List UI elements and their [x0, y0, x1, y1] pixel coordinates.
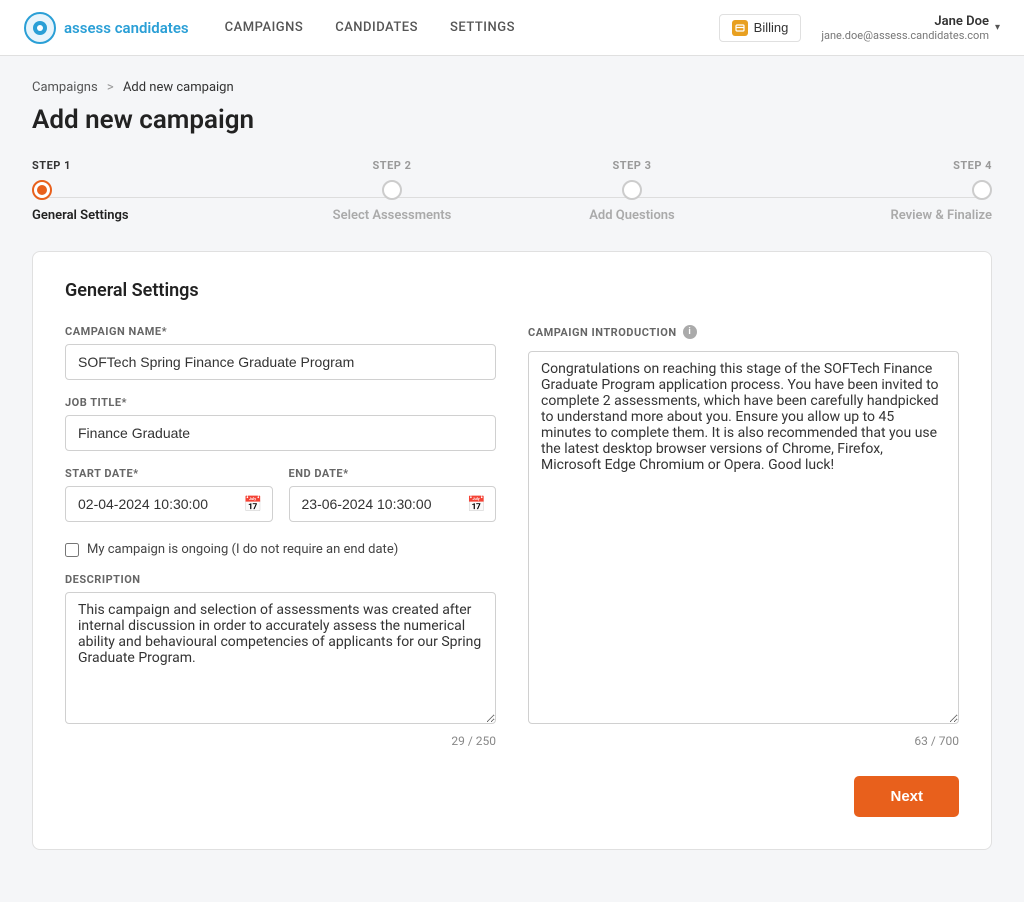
user-info[interactable]: Jane Doe jane.doe@assess.candidates.com … — [821, 14, 1000, 42]
step-4-label: STEP 4 — [953, 159, 992, 172]
info-icon: i — [683, 325, 697, 339]
form-card: General Settings CAMPAIGN NAME* JOB TITL… — [32, 251, 992, 850]
navbar-left: assess candidates CAMPAIGNS CANDIDATES S… — [24, 12, 515, 44]
breadcrumb: Campaigns > Add new campaign — [32, 80, 992, 95]
billing-button[interactable]: Billing — [719, 14, 802, 42]
user-details: Jane Doe jane.doe@assess.candidates.com — [821, 14, 989, 42]
form-right: CAMPAIGN INTRODUCTION i Congratulations … — [528, 325, 959, 748]
step-4: STEP 4 Review & Finalize — [752, 159, 992, 223]
campaign-name-group: CAMPAIGN NAME* — [65, 325, 496, 380]
logo-icon — [24, 12, 56, 44]
dates-group: START DATE* 📅 END DATE* 📅 — [65, 467, 496, 522]
intro-group: CAMPAIGN INTRODUCTION i Congratulations … — [528, 325, 959, 748]
end-date-wrapper: 📅 — [289, 486, 497, 522]
ongoing-checkbox-group: My campaign is ongoing (I do not require… — [65, 542, 496, 557]
navbar-right: Billing Jane Doe jane.doe@assess.candida… — [719, 14, 1000, 42]
step-1: STEP 1 General Settings — [32, 159, 272, 223]
logo[interactable]: assess candidates — [24, 12, 189, 44]
intro-char-count: 63 / 700 — [528, 734, 959, 748]
user-dropdown-arrow: ▾ — [995, 22, 1000, 33]
step-1-label: STEP 1 — [32, 159, 71, 172]
nav-settings[interactable]: SETTINGS — [450, 20, 515, 35]
billing-label: Billing — [754, 20, 789, 35]
step-4-name: Review & Finalize — [890, 208, 992, 223]
description-group: DESCRIPTION This campaign and selection … — [65, 573, 496, 748]
user-name: Jane Doe — [821, 14, 989, 29]
job-title-group: JOB TITLE* — [65, 396, 496, 451]
billing-icon — [732, 20, 748, 36]
start-date-label: START DATE* — [65, 467, 273, 480]
breadcrumb-current: Add new campaign — [123, 80, 234, 95]
job-title-input[interactable] — [65, 415, 496, 451]
step-2-name: Select Assessments — [333, 208, 452, 223]
breadcrumb-parent[interactable]: Campaigns — [32, 80, 98, 95]
form-left: CAMPAIGN NAME* JOB TITLE* START DATE* — [65, 325, 496, 748]
campaign-name-label: CAMPAIGN NAME* — [65, 325, 496, 338]
step-2-label: STEP 2 — [373, 159, 412, 172]
nav-candidates[interactable]: CANDIDATES — [335, 20, 418, 35]
start-date-input[interactable] — [65, 486, 273, 522]
ongoing-checkbox[interactable] — [65, 543, 79, 557]
end-date-label: END DATE* — [289, 467, 497, 480]
step-3: STEP 3 Add Questions — [512, 159, 752, 223]
step-4-dot — [972, 180, 992, 200]
description-label: DESCRIPTION — [65, 573, 496, 586]
step-1-dot — [32, 180, 52, 200]
breadcrumb-separator: > — [107, 80, 114, 95]
main-content: Campaigns > Add new campaign Add new cam… — [0, 56, 1024, 874]
step-3-label: STEP 3 — [613, 159, 652, 172]
start-date-group: START DATE* 📅 — [65, 467, 273, 522]
form-card-title: General Settings — [65, 280, 959, 301]
step-2: STEP 2 Select Assessments — [272, 159, 512, 223]
form-grid: CAMPAIGN NAME* JOB TITLE* START DATE* — [65, 325, 959, 748]
next-button[interactable]: Next — [854, 776, 959, 817]
end-date-group: END DATE* 📅 — [289, 467, 497, 522]
user-email: jane.doe@assess.candidates.com — [821, 29, 989, 42]
navbar: assess candidates CAMPAIGNS CANDIDATES S… — [0, 0, 1024, 56]
page-title: Add new campaign — [32, 105, 992, 135]
stepper: STEP 1 General Settings STEP 2 Select As… — [32, 159, 992, 223]
end-date-input[interactable] — [289, 486, 497, 522]
intro-label-row: CAMPAIGN INTRODUCTION i — [528, 325, 959, 339]
job-title-label: JOB TITLE* — [65, 396, 496, 409]
form-footer: Next — [65, 776, 959, 817]
description-char-count: 29 / 250 — [65, 734, 496, 748]
start-date-wrapper: 📅 — [65, 486, 273, 522]
intro-textarea[interactable]: Congratulations on reaching this stage o… — [528, 351, 959, 724]
nav-links: CAMPAIGNS CANDIDATES SETTINGS — [225, 20, 515, 35]
campaign-name-input[interactable] — [65, 344, 496, 380]
intro-label: CAMPAIGN INTRODUCTION — [528, 326, 677, 339]
logo-text: assess candidates — [64, 19, 189, 37]
description-textarea[interactable]: This campaign and selection of assessmen… — [65, 592, 496, 724]
step-3-name: Add Questions — [589, 208, 675, 223]
date-row: START DATE* 📅 END DATE* 📅 — [65, 467, 496, 522]
step-1-name: General Settings — [32, 208, 129, 223]
nav-campaigns[interactable]: CAMPAIGNS — [225, 20, 304, 35]
ongoing-label: My campaign is ongoing (I do not require… — [87, 542, 398, 557]
step-2-dot — [382, 180, 402, 200]
step-3-dot — [622, 180, 642, 200]
